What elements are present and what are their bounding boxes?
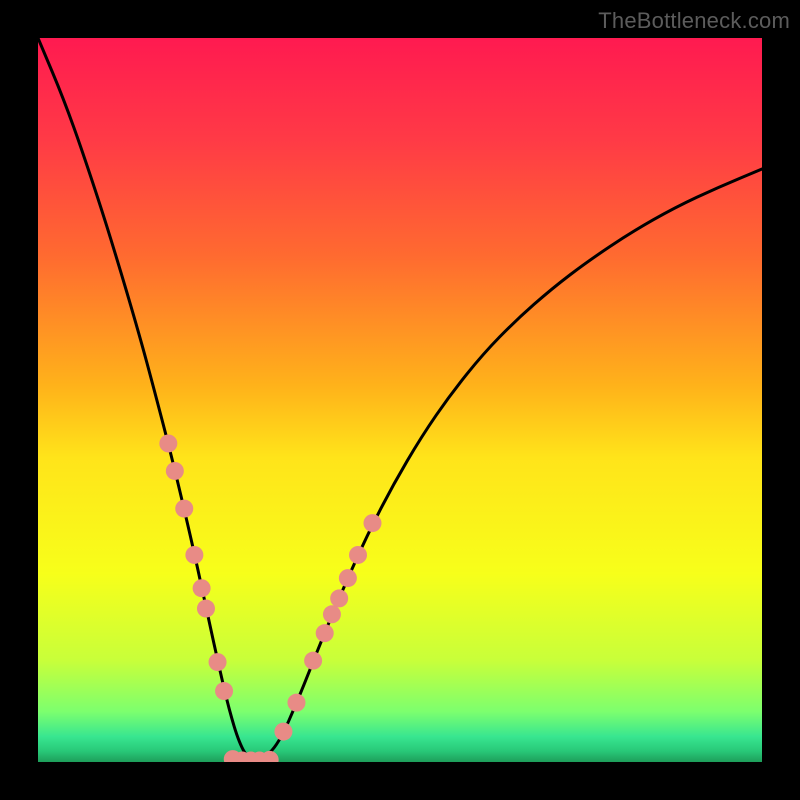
highlight-dot (159, 434, 177, 452)
highlight-dots (159, 434, 381, 762)
highlight-dot (209, 653, 227, 671)
highlight-dot (304, 652, 322, 670)
plot-area (38, 38, 762, 762)
highlight-dot (193, 579, 211, 597)
watermark-text: TheBottleneck.com (598, 8, 790, 34)
highlight-dot (185, 546, 203, 564)
highlight-dot (363, 514, 381, 532)
chart-frame: TheBottleneck.com (0, 0, 800, 800)
highlight-dot (274, 723, 292, 741)
highlight-dot (323, 605, 341, 623)
highlight-dot (215, 682, 233, 700)
highlight-dot (339, 569, 357, 587)
highlight-dot (166, 462, 184, 480)
highlight-dot (330, 589, 348, 607)
bottleneck-curve (38, 38, 762, 761)
highlight-dot (197, 600, 215, 618)
highlight-dot (316, 624, 334, 642)
highlight-dot (175, 500, 193, 518)
highlight-dot (287, 694, 305, 712)
highlight-dot (349, 546, 367, 564)
chart-svg (38, 38, 762, 762)
